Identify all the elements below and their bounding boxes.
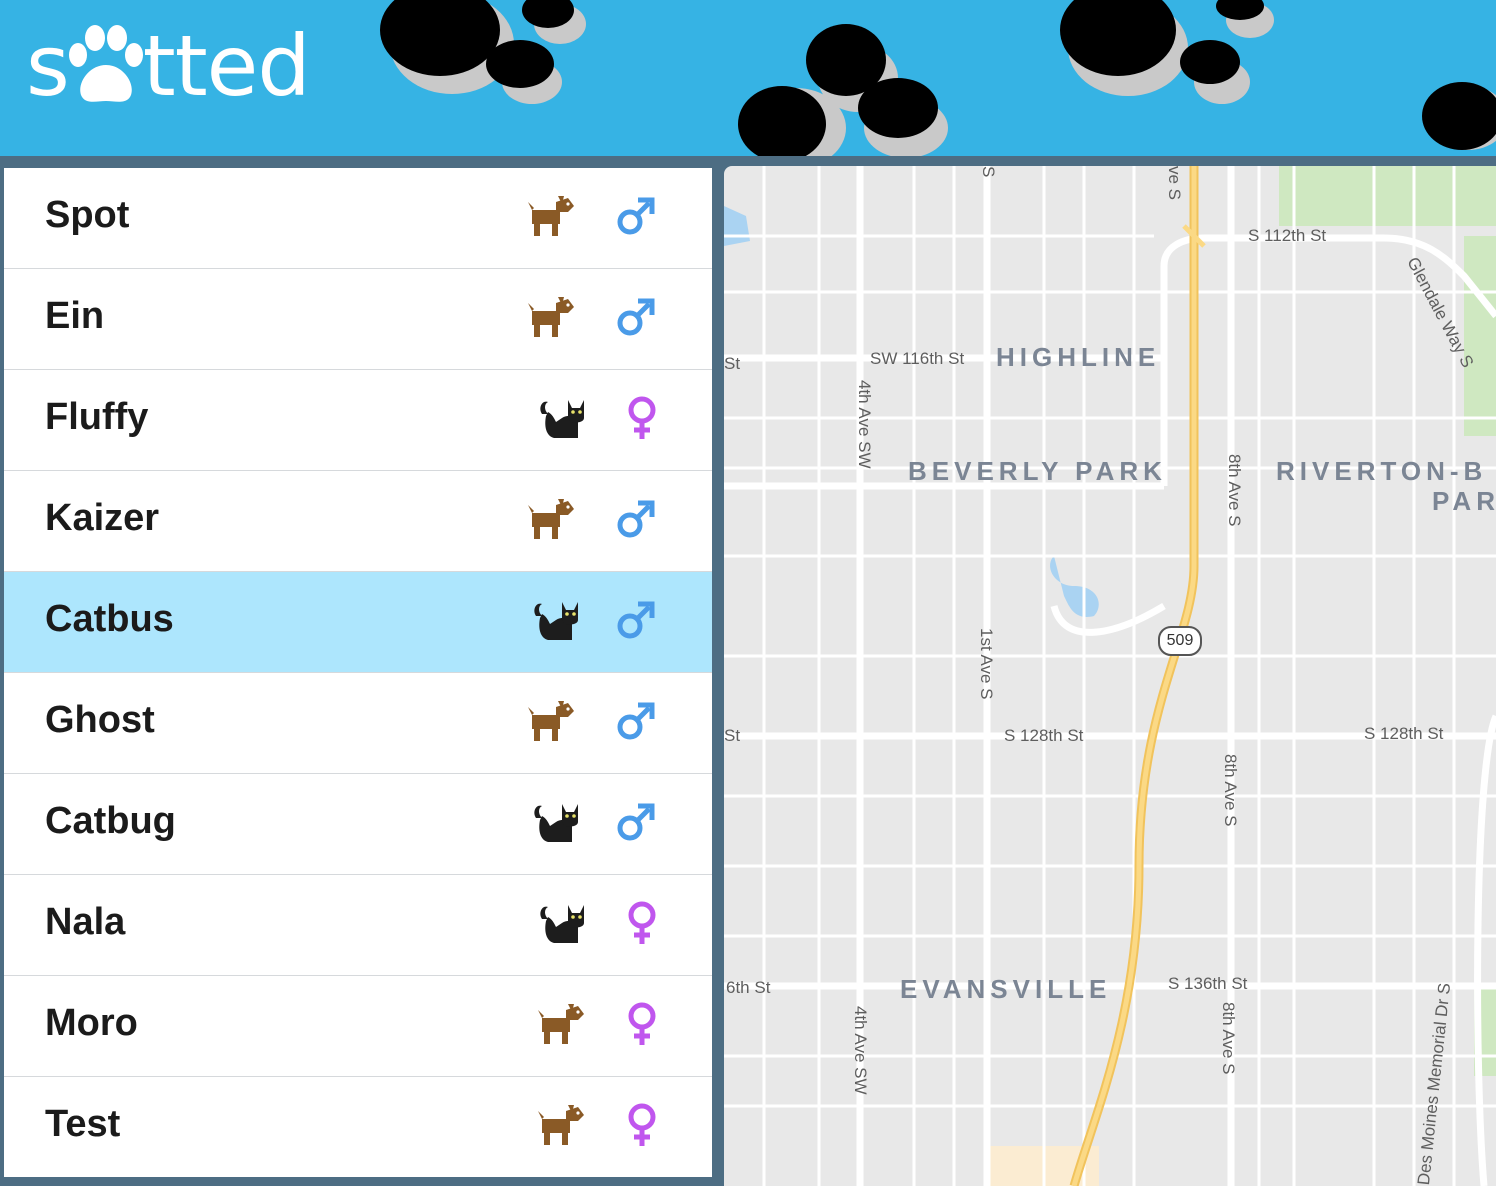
- paw-icon: [68, 25, 143, 102]
- logo-text-left: s: [26, 17, 70, 115]
- pet-name: Ein: [45, 295, 105, 337]
- header-divider: [0, 156, 1496, 166]
- pet-name: Test: [45, 1103, 121, 1145]
- pet-list: Spot Ein Fluffy Kaizer Catbus Ghost Catbug Nala…: [4, 168, 712, 1177]
- pet-name: Spot: [45, 194, 130, 236]
- logo-text-right: tted: [142, 17, 311, 115]
- female-icon: [622, 1002, 662, 1046]
- pet-list-item[interactable]: Test: [4, 1077, 712, 1177]
- area-label-riverton: RIVERTON-B: [1276, 456, 1488, 486]
- street-label-6th: 6th St: [726, 978, 771, 997]
- pet-list-item[interactable]: Fluffy: [4, 370, 712, 471]
- pet-list-item[interactable]: Ein: [4, 269, 712, 370]
- cat-icon: [538, 396, 586, 440]
- highway-shield-509: 509: [1158, 626, 1202, 656]
- dog-icon: [528, 497, 576, 541]
- street-label-top-ave: ve S: [1165, 166, 1184, 201]
- pet-name: Moro: [45, 1002, 138, 1044]
- street-label-s128-a: S 128th St: [1004, 726, 1084, 745]
- male-icon: [616, 699, 656, 743]
- map-view[interactable]: HIGHLINE BEVERLY PARK RIVERTON-B PAR EVA…: [724, 166, 1496, 1186]
- street-label-1st-ave: 1st Ave S: [977, 628, 996, 700]
- dog-icon: [528, 194, 576, 238]
- dog-icon: [538, 1103, 586, 1147]
- pet-list-item[interactable]: Nala: [4, 875, 712, 976]
- pet-list-item[interactable]: Moro: [4, 976, 712, 1077]
- pet-name: Kaizer: [45, 497, 160, 539]
- female-icon: [622, 1103, 662, 1147]
- dog-icon: [538, 1002, 586, 1046]
- street-label-s112: S 112th St: [1248, 226, 1327, 245]
- pet-list-item[interactable]: Catbus: [4, 572, 712, 673]
- area-label-evansville: EVANSVILLE: [900, 974, 1112, 1004]
- male-icon: [616, 194, 656, 238]
- street-label-4th-ave-b: 4th Ave SW: [851, 1006, 870, 1095]
- street-label-8th-ave-b: 8th Ave S: [1221, 754, 1240, 827]
- map-streets: [724, 166, 1496, 1186]
- area-label-highline: HIGHLINE: [996, 342, 1161, 372]
- female-icon: [622, 396, 662, 440]
- pet-name: Nala: [45, 901, 126, 943]
- dog-icon: [528, 295, 576, 339]
- street-label-sw116: SW 116th St: [870, 349, 965, 368]
- pet-list-item[interactable]: Catbug: [4, 774, 712, 875]
- male-icon: [616, 295, 656, 339]
- pet-name: Catbug: [45, 800, 176, 842]
- male-icon: [616, 497, 656, 541]
- app-logo[interactable]: s tted: [26, 16, 311, 116]
- pet-list-item[interactable]: Kaizer: [4, 471, 712, 572]
- street-label-st-1: St: [724, 354, 741, 373]
- area-label-riverton-park: PAR: [1432, 486, 1496, 516]
- male-icon: [616, 800, 656, 844]
- pet-list-item[interactable]: Spot: [4, 168, 712, 269]
- pet-name: Catbus: [45, 598, 174, 640]
- street-label-s136: S 136th St: [1168, 974, 1248, 993]
- street-label-8th-ave-a: 8th Ave S: [1225, 454, 1244, 527]
- cat-icon: [532, 800, 580, 844]
- male-icon: [616, 598, 656, 642]
- street-label-s128-b: S 128th St: [1364, 724, 1444, 743]
- app-header: s tted: [0, 0, 1496, 156]
- street-label-st-2: St: [724, 726, 741, 745]
- dog-icon: [528, 699, 576, 743]
- cat-icon: [532, 598, 580, 642]
- street-label-top-s: S: [979, 166, 998, 178]
- street-label-8th-ave-c: 8th Ave S: [1219, 1002, 1238, 1075]
- cat-icon: [538, 901, 586, 945]
- street-label-4th-ave-a: 4th Ave SW: [855, 380, 874, 469]
- pet-name: Fluffy: [45, 396, 149, 438]
- female-icon: [622, 901, 662, 945]
- area-label-beverly-park: BEVERLY PARK: [908, 456, 1167, 486]
- pet-name: Ghost: [45, 699, 155, 741]
- pet-list-item[interactable]: Ghost: [4, 673, 712, 774]
